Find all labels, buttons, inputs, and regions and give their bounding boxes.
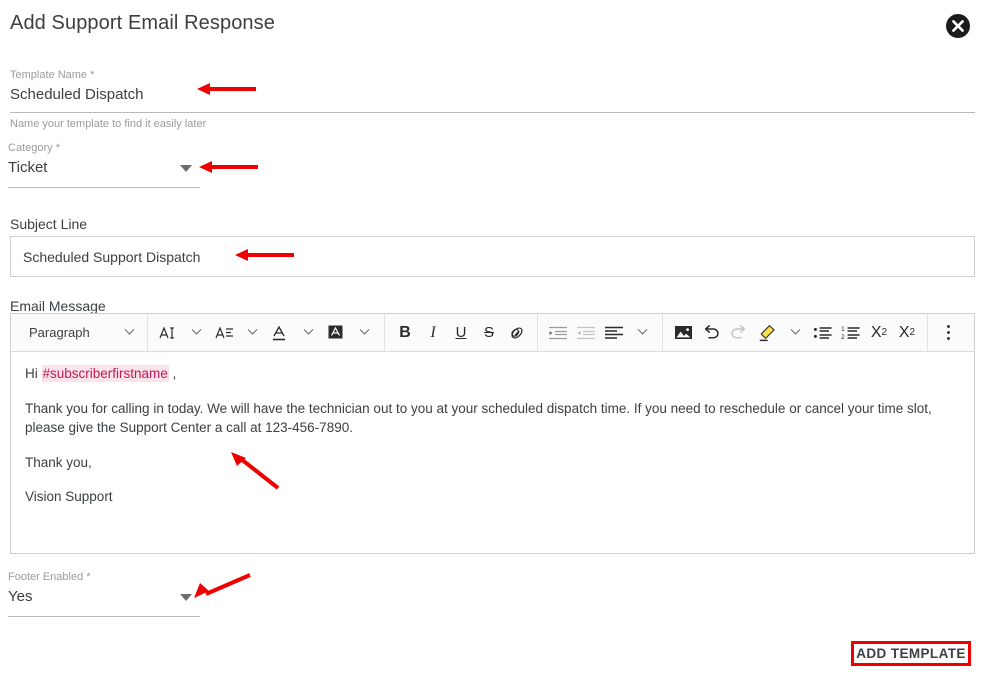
paragraph-style-select[interactable]: Paragraph	[19, 318, 141, 348]
toolbar-group-overflow	[928, 314, 968, 352]
indent-decrease-icon[interactable]	[572, 318, 600, 348]
chevron-down-icon[interactable]	[350, 318, 378, 348]
footer-enabled-label: Footer Enabled *	[8, 571, 91, 583]
page-title: Add Support Email Response	[10, 12, 275, 34]
indent-increase-icon[interactable]	[544, 318, 572, 348]
chevron-down-icon[interactable]	[628, 318, 656, 348]
signoff-line: Thank you,	[25, 454, 92, 470]
bold-icon[interactable]: B	[391, 318, 419, 348]
chevron-down-icon[interactable]	[781, 318, 809, 348]
template-name-field[interactable]: Template Name * Scheduled Dispatch Name …	[10, 68, 975, 131]
greeting-line: Hi #subscriberfirstname ,	[25, 364, 960, 384]
footer-enabled-select-value[interactable]: Yes	[8, 586, 200, 608]
email-message-body[interactable]: Hi #subscriberfirstname , Thank you for …	[11, 352, 974, 532]
line-height-icon[interactable]	[210, 318, 238, 348]
subject-line-label: Subject Line	[10, 216, 88, 232]
italic-icon[interactable]: I	[419, 318, 447, 348]
toolbar-group-inline-format: B I U S	[385, 313, 538, 352]
chevron-down-icon[interactable]	[180, 165, 192, 172]
category-underline	[8, 187, 200, 188]
category-field[interactable]: Category * Ticket	[8, 141, 200, 188]
add-support-email-response-dialog: Add Support Email Response Template Name…	[0, 0, 984, 678]
more-options-icon[interactable]	[934, 318, 962, 348]
svg-text:2: 2	[841, 334, 845, 341]
chevron-down-icon[interactable]	[180, 594, 192, 601]
align-icon[interactable]	[600, 318, 628, 348]
greeting-suffix: ,	[168, 366, 177, 381]
background-color-icon[interactable]	[322, 318, 350, 348]
toolbar-group-typography	[148, 313, 385, 352]
highlighter-icon[interactable]	[753, 318, 781, 348]
chevron-down-icon[interactable]	[238, 318, 266, 348]
body-paragraph: Thank you for calling in today. We will …	[25, 400, 932, 436]
template-name-underline	[10, 112, 975, 113]
greeting-prefix: Hi	[25, 366, 42, 381]
undo-icon[interactable]	[697, 318, 725, 348]
chevron-down-icon[interactable]	[294, 318, 322, 348]
chevron-down-icon	[124, 324, 135, 335]
paragraph-style-value: Paragraph	[29, 325, 90, 340]
signature-line: Vision Support	[25, 489, 113, 505]
superscript-icon[interactable]: X2	[893, 318, 921, 348]
category-select-value[interactable]: Ticket	[8, 157, 200, 179]
email-message-label: Email Message	[10, 298, 106, 314]
subscript-icon[interactable]: X2	[865, 318, 893, 348]
add-template-button[interactable]: ADD TEMPLATE	[851, 641, 971, 666]
editor-toolbar: Paragraph B I U S 1 2 X 2 X 2	[11, 313, 974, 352]
footer-enabled-field[interactable]: Footer Enabled * Yes	[8, 570, 200, 617]
merge-tag: #subscriberfirstname	[41, 365, 169, 382]
toolbar-group-block-style: Paragraph	[13, 313, 148, 352]
svg-text:1: 1	[841, 326, 845, 333]
strikethrough-icon[interactable]: S	[475, 318, 503, 348]
text-color-icon[interactable]	[266, 318, 294, 348]
footer-enabled-underline	[8, 616, 200, 617]
subject-line-input[interactable]: Scheduled Support Dispatch	[10, 236, 975, 277]
toolbar-group-paragraph	[538, 313, 663, 352]
category-label: Category *	[8, 142, 60, 154]
underline-icon[interactable]: U	[447, 318, 475, 348]
image-icon[interactable]	[669, 318, 697, 348]
link-icon[interactable]	[503, 318, 531, 348]
template-name-hint: Name your template to find it easily lat…	[10, 118, 207, 130]
email-message-editor[interactable]: Paragraph B I U S 1 2 X 2 X 2 Hi #subscr…	[10, 313, 975, 554]
chevron-down-icon[interactable]	[182, 318, 210, 348]
toolbar-group-insert: 1 2 X2 X2	[663, 313, 928, 352]
redo-icon[interactable]	[725, 318, 753, 348]
close-icon[interactable]	[946, 14, 970, 38]
template-name-label: Template Name *	[10, 69, 95, 81]
annotation-arrow-category	[199, 161, 258, 173]
numbered-list-icon[interactable]: 1 2	[837, 318, 865, 348]
template-name-input[interactable]: Scheduled Dispatch	[10, 84, 975, 106]
bullet-list-icon[interactable]	[809, 318, 837, 348]
font-size-icon[interactable]	[154, 318, 182, 348]
